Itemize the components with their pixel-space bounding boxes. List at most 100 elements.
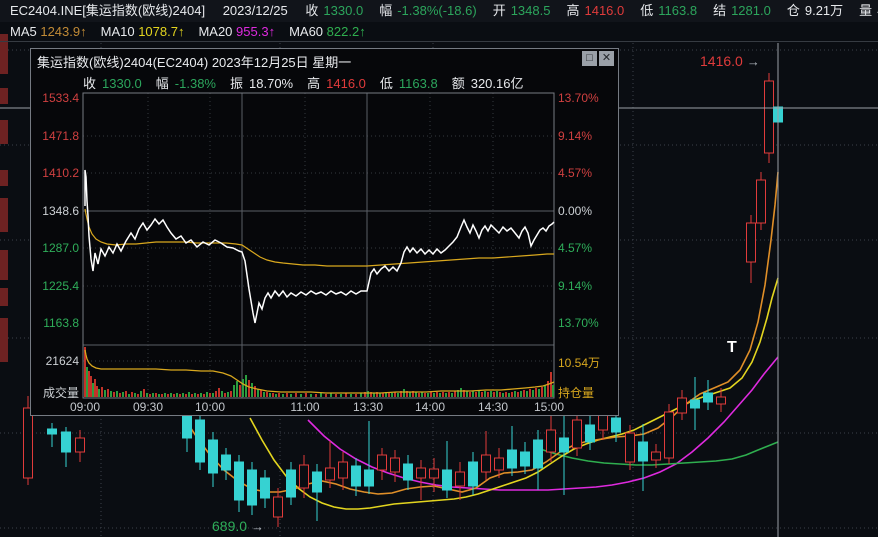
- volume-bar: [161, 394, 163, 397]
- candle-body: [274, 497, 283, 517]
- volume-bar: [367, 391, 369, 397]
- volume-bar: [122, 392, 124, 397]
- volume-bar: [110, 391, 112, 397]
- volume-bar: [266, 392, 268, 397]
- volume-bar: [340, 394, 342, 397]
- volume-bar: [107, 389, 109, 397]
- axis-label: 4.57%: [558, 241, 592, 255]
- candle-body: [765, 81, 774, 153]
- time-label: 09:30: [133, 400, 163, 414]
- volume-bar: [403, 389, 405, 397]
- volume-bar: [116, 391, 118, 397]
- volume-bar: [92, 383, 94, 397]
- candle-body: [62, 432, 71, 452]
- candle-body: [339, 462, 348, 478]
- volume-bar: [167, 394, 169, 397]
- volume-bar: [325, 394, 327, 397]
- volume-bar: [511, 392, 513, 397]
- volume-bar: [149, 394, 151, 397]
- volume-bar: [125, 391, 127, 397]
- volume-bar: [469, 392, 471, 397]
- volume-bar: [442, 392, 444, 397]
- candle-body: [404, 464, 413, 480]
- volume-bar: [188, 392, 190, 397]
- high-price-tag: 1416.0 →: [700, 53, 760, 69]
- volume-bar: [388, 393, 390, 397]
- candle-body: [678, 398, 687, 413]
- volume-bar: [430, 392, 432, 397]
- volume-bar: [520, 391, 522, 397]
- ma-indicator-bar: MA5 1243.9↑MA10 1078.7↑MA20 955.3↑MA60 8…: [0, 22, 878, 42]
- open-interest-line: [85, 350, 554, 393]
- volume-bar: [224, 393, 226, 397]
- volume-bar: [155, 393, 157, 397]
- axis-label: 持仓量: [558, 384, 594, 401]
- volume-bar: [350, 394, 352, 397]
- volume-bar: [104, 390, 106, 397]
- quote-date: 2023/12/25: [223, 3, 288, 18]
- volume-bar: [454, 391, 456, 397]
- intraday-popup-window[interactable]: 集运指数(欧线)2404(EC2404) 2023年12月25日 星期一 □ ✕…: [30, 48, 619, 416]
- ma-value: MA5 1243.9↑: [10, 24, 87, 39]
- volume-bar: [355, 394, 357, 397]
- edge-candle-fragment: [0, 198, 8, 232]
- candle-body: [48, 429, 57, 434]
- axis-label: 10.54万: [558, 354, 600, 371]
- symbol-name: EC2404.INE[集运指数(欧线)2404]: [10, 3, 205, 18]
- volume-bar: [552, 385, 554, 397]
- volume-bar: [439, 393, 441, 397]
- quote-fields: 收1330.0幅-1.38%(-18.6)开1348.5高1416.0低1163…: [305, 3, 878, 18]
- volume-bar: [478, 391, 480, 397]
- low-price-tag: 689.0 →: [212, 518, 264, 534]
- volume-bar: [185, 394, 187, 397]
- volume-bar: [310, 394, 312, 397]
- time-label: 14:00: [415, 400, 445, 414]
- low-price-value: 689.0: [212, 518, 247, 534]
- volume-bar: [382, 393, 384, 397]
- volume-bar: [466, 391, 468, 397]
- volume-bar: [305, 393, 307, 397]
- volume-bar: [282, 394, 284, 397]
- volume-bar: [221, 391, 223, 397]
- average-price-line: [85, 209, 554, 266]
- volume-bar: [137, 394, 139, 397]
- ma-value: MA20 955.3↑: [198, 24, 275, 39]
- volume-bar: [251, 383, 253, 397]
- time-label: 14:30: [478, 400, 508, 414]
- candle-body: [599, 415, 608, 430]
- candle-body: [300, 465, 309, 488]
- intraday-chart: [31, 49, 620, 417]
- volume-bar: [218, 388, 220, 397]
- volume-bar: [215, 391, 217, 397]
- volume-bar: [335, 394, 337, 397]
- axis-label: 1287.0: [31, 241, 79, 255]
- volume-bar: [269, 393, 271, 397]
- volume-bar: [499, 392, 501, 397]
- volume-bar: [418, 393, 420, 397]
- volume-bar: [212, 393, 214, 397]
- volume-bar: [164, 393, 166, 397]
- candle-body: [248, 470, 257, 505]
- axis-label: 1225.4: [31, 279, 79, 293]
- axis-label: 13.70%: [558, 91, 599, 105]
- candle-body: [313, 472, 322, 492]
- candle-body: [391, 458, 400, 472]
- volume-bar: [239, 385, 241, 397]
- volume-bar: [194, 393, 196, 397]
- volume-bar: [541, 387, 543, 397]
- volume-bar: [230, 391, 232, 397]
- volume-bar: [290, 394, 292, 397]
- quote-field: 开1348.5: [493, 3, 551, 18]
- volume-bar: [94, 379, 96, 397]
- volume-bar: [206, 392, 208, 397]
- volume-bar: [152, 393, 154, 397]
- volume-bar: [272, 393, 274, 397]
- volume-bar: [451, 393, 453, 397]
- volume-bar: [550, 372, 552, 397]
- volume-bar: [481, 392, 483, 397]
- volume-bar: [424, 393, 426, 397]
- axis-label: 9.14%: [558, 279, 592, 293]
- ma-value: MA60 822.2↑: [289, 24, 366, 39]
- volume-bar: [173, 394, 175, 397]
- volume-bar: [300, 394, 302, 397]
